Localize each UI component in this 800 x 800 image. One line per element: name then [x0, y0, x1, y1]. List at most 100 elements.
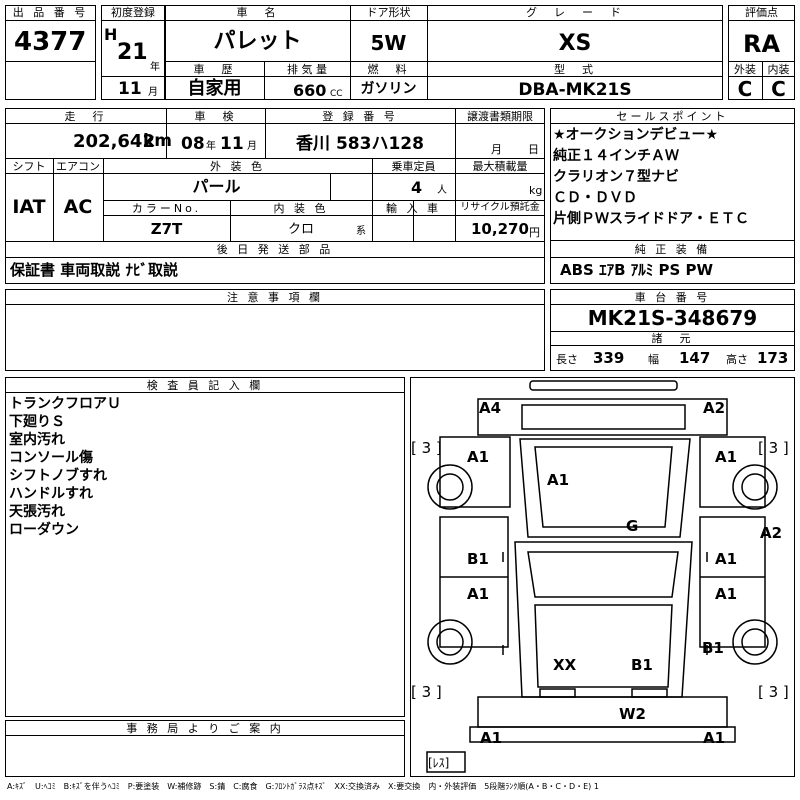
- door-label: ドア形状: [366, 6, 411, 19]
- note-item: ローダウン: [9, 522, 79, 538]
- car-name-label: 車 名: [236, 6, 279, 19]
- interior-label: 内装: [767, 63, 790, 76]
- mileage-label: 走 行: [64, 110, 107, 123]
- grade: XS: [558, 31, 592, 56]
- mark-a4: A4: [479, 399, 502, 417]
- load-label: 最大積載量: [472, 160, 528, 173]
- door-type: 5W: [370, 31, 407, 55]
- year-unit: 年: [150, 62, 160, 73]
- recycle-unit: 円: [529, 226, 540, 239]
- month-unit: 月: [148, 87, 158, 98]
- equipment-label: 純 正 装 備: [634, 243, 711, 256]
- ac-label: エアコン: [56, 160, 100, 173]
- later-parts-label: 後 日 発 送 部 品: [216, 243, 334, 256]
- inspection-month: 11: [220, 134, 244, 154]
- mark-a1-mid-r: A1: [715, 550, 738, 568]
- sales-point: ＣＤ・ＤＶＤ: [553, 190, 637, 206]
- exterior-score: C: [737, 77, 753, 101]
- mark-a1-br: A1: [703, 729, 726, 747]
- bracket-tl: [ 3 ]: [411, 439, 442, 457]
- caution-label: 注 意 事 項 欄: [227, 291, 323, 304]
- displacement-unit: CC: [330, 89, 343, 99]
- capacity: 4: [411, 178, 423, 197]
- fuel: ガソリン: [360, 81, 417, 97]
- lot-no: 4377: [14, 27, 87, 57]
- shift-label: シフト: [12, 160, 46, 173]
- note-item: トランクフロアＵ: [9, 396, 121, 412]
- score: RA: [742, 30, 781, 58]
- int-color: クロ: [287, 222, 314, 237]
- car-name: パレット: [213, 29, 302, 54]
- model: DBA-MK21S: [518, 80, 632, 100]
- recycle-fee: 10,270: [471, 220, 529, 238]
- mark-a1-rr: A1: [715, 585, 738, 603]
- aircon: AC: [63, 196, 93, 218]
- first-reg-month: 11: [118, 79, 142, 99]
- sales-point-label: セールスポイント: [616, 110, 729, 123]
- mark-xx: XX: [553, 656, 577, 674]
- mark-b1-rear-r: B1: [702, 639, 724, 657]
- sales-point: クラリオン７型ナビ: [553, 169, 679, 185]
- plate-number: 香川 583ハ128: [296, 134, 424, 154]
- displacement-label: 排 気 量: [287, 63, 327, 76]
- sales-point: 片側ＰＷスライドドア・ＥＴＣ: [553, 211, 749, 227]
- history: 自家用: [187, 78, 242, 99]
- office-label: 事 務 局 よ り ご 案 内: [126, 722, 284, 735]
- mark-b1-left: B1: [467, 550, 489, 568]
- note-item: シフトノブすれ: [9, 468, 107, 484]
- plate-label: 登 録 番 号: [322, 110, 398, 123]
- mark-a1-bl: A1: [480, 729, 503, 747]
- sales-point: ★オークションデビュー★: [553, 127, 719, 143]
- note-item: ハンドルすれ: [9, 486, 93, 502]
- note-item: 室内汚れ: [9, 432, 65, 448]
- mark-w2: W2: [619, 705, 646, 723]
- car-diagram: [426, 380, 778, 773]
- inspection-label: 車 検: [194, 110, 237, 123]
- int-color-label: 内 装 色: [273, 202, 329, 215]
- docs-month: 月: [491, 143, 502, 156]
- note-item: 天張汚れ: [9, 504, 65, 520]
- width-label: 幅: [648, 353, 659, 366]
- legend: A:ｷｽﾞ U:ﾍｺﾐ B:ｷｽﾞを伴うﾍｺﾐ P:要塗装 W:補修跡 S:錆 …: [7, 782, 599, 791]
- spare-label: [ﾚｽ]: [428, 756, 450, 770]
- docs-label: 譲渡書類期限: [467, 110, 533, 123]
- docs-day: 日: [528, 143, 539, 156]
- color-no: Z7T: [150, 220, 183, 238]
- int-color-suffix: 系: [356, 226, 366, 237]
- interior-score: C: [771, 77, 786, 101]
- chassis-label: 車 台 番 号: [634, 291, 711, 304]
- height: 173: [757, 349, 789, 367]
- exterior-color: パール: [192, 177, 241, 196]
- mileage-unit: km: [143, 131, 173, 151]
- sales-point: 純正１４インチＡＷ: [553, 148, 679, 164]
- exterior-label: 外装: [734, 63, 756, 76]
- spec-label: 諸 元: [651, 332, 694, 345]
- mark-a1-fl: A1: [467, 448, 490, 466]
- import-label: 輸 入 車: [386, 202, 441, 215]
- bracket-tr: [ 3 ]: [758, 439, 789, 457]
- model-label: 型 式: [554, 63, 596, 76]
- mark-a1-rl: A1: [467, 585, 490, 603]
- later-parts: 保証書 車両取説 ﾅﾋﾞ取説: [10, 261, 178, 279]
- lot-no-label: 出 品 番 号: [12, 6, 89, 19]
- length: 339: [593, 349, 625, 367]
- capacity-label: 乗車定員: [391, 160, 436, 173]
- bracket-br: [ 3 ]: [758, 683, 789, 701]
- shift: IAT: [12, 196, 46, 218]
- history-label: 車 歴: [193, 63, 236, 76]
- mark-a2-right: A2: [760, 524, 783, 542]
- mark-b1-roof: B1: [631, 656, 653, 674]
- displacement: 660: [293, 81, 327, 100]
- color-no-label: カラーNo.: [131, 202, 202, 215]
- bracket-bl: [ 3 ]: [411, 683, 442, 701]
- width: 147: [679, 349, 711, 367]
- mark-a1-fr: A1: [715, 448, 738, 466]
- capacity-unit: 人: [437, 185, 447, 196]
- color-label: 外 装 色: [210, 160, 265, 173]
- note-item: 下廻りＳ: [9, 414, 65, 430]
- fuel-label: 燃 料: [367, 63, 410, 76]
- inspection-year: 08: [181, 134, 205, 154]
- chassis-number: MK21S-348679: [587, 306, 758, 330]
- sales-points-list: ★オークションデビュー★ 純正１４インチＡＷ クラリオン７型ナビ ＣＤ・ＤＶＤ …: [553, 128, 749, 233]
- mark-a2-top: A2: [703, 399, 726, 417]
